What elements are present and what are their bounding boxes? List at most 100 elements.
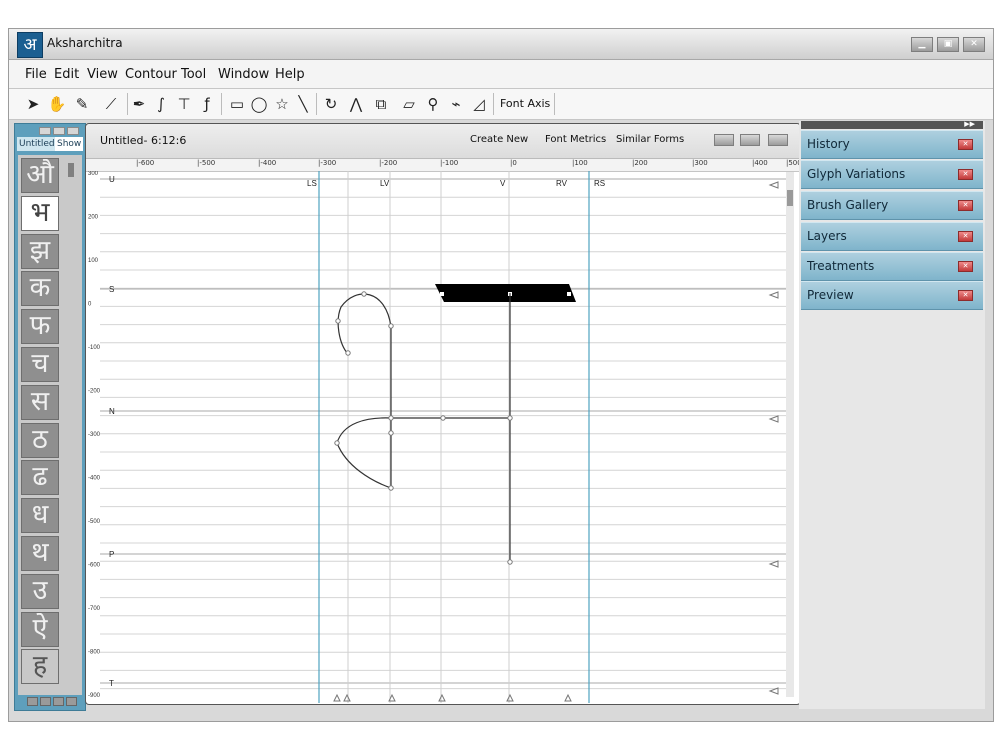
- y-axis-label: -900: [88, 693, 101, 699]
- line-icon[interactable]: ╲: [293, 94, 313, 114]
- glyph-tile[interactable]: ऐ: [21, 611, 59, 647]
- app-window: अ Aksharchitra ▁ ▣ ✕ File Edit View Cont…: [8, 28, 994, 722]
- control-point: [440, 292, 444, 296]
- menu-edit[interactable]: Edit: [54, 67, 79, 82]
- panel-history[interactable]: History ✕: [801, 130, 983, 159]
- curve-icon[interactable]: ∫: [151, 94, 171, 114]
- mirror-icon[interactable]: ⋀: [346, 94, 366, 114]
- ruler-tick-label: |300: [692, 159, 708, 167]
- glyph-list-scrollbar[interactable]: [68, 163, 74, 177]
- font-metrics-link[interactable]: Font Metrics: [545, 134, 606, 145]
- glyph-tile[interactable]: ढ: [21, 460, 59, 496]
- knife-icon[interactable]: ⌁: [446, 94, 466, 114]
- panel-footer-icon[interactable]: [66, 697, 77, 706]
- create-new-link[interactable]: Create New: [470, 134, 528, 145]
- panel-close-icon[interactable]: ✕: [958, 261, 973, 272]
- menu-window[interactable]: Window: [218, 67, 269, 82]
- glyph-canvas[interactable]: LS LV V RV RS 300 200 100 0 -100 -200 -300 -400 -500 -…: [86, 171, 800, 703]
- minimize-icon[interactable]: ▁: [911, 37, 933, 52]
- zoom-icon[interactable]: ⚲: [423, 94, 443, 114]
- toolbar-separator: [127, 93, 128, 115]
- panel-glyph-variations[interactable]: Glyph Variations ✕: [801, 160, 983, 189]
- similar-forms-link[interactable]: Similar Forms: [616, 134, 684, 145]
- menu-file[interactable]: File: [25, 67, 47, 82]
- app-title: Aksharchitra: [47, 36, 123, 50]
- glyph-tile[interactable]: ह: [21, 649, 59, 685]
- glyph-tile[interactable]: क: [21, 271, 59, 307]
- ruler-icon[interactable]: ⟋: [101, 94, 121, 114]
- menu-view[interactable]: View: [87, 67, 118, 82]
- ellipse-icon[interactable]: ◯: [249, 94, 269, 114]
- scale-icon[interactable]: ⧉: [371, 94, 391, 114]
- tab-show[interactable]: Show: [55, 137, 84, 151]
- select-arrow-icon[interactable]: ➤: [23, 94, 43, 114]
- panel-footer-icon[interactable]: [40, 697, 51, 706]
- vertical-scrollbar[interactable]: [786, 172, 794, 697]
- toolbar: ➤ ✋ ✎ ⟋ ✒ ∫ ⊤ ƒ ▭ ◯ ☆ ╲ ↻ ⋀ ⧉ ▱ ⚲ ⌁ ◿ Fo…: [9, 89, 993, 120]
- lower-loop-stroke: [336, 417, 392, 489]
- expand-arrows-icon[interactable]: ▶▶: [964, 120, 975, 128]
- star-icon[interactable]: ☆: [272, 94, 292, 114]
- glyph-tile[interactable]: उ: [21, 573, 59, 609]
- panel-treatments[interactable]: Treatments ✕: [801, 252, 983, 281]
- panel-layers[interactable]: Layers ✕: [801, 222, 983, 251]
- editor-restore-icon[interactable]: [740, 134, 760, 146]
- anchor-point: [388, 323, 394, 329]
- glyph-tile[interactable]: थ: [21, 536, 59, 571]
- guide-label: RS: [594, 179, 605, 188]
- glyph-tile[interactable]: औ: [21, 158, 59, 193]
- t-corner-icon[interactable]: ⊤: [174, 94, 194, 114]
- hook-icon[interactable]: ƒ: [197, 94, 217, 114]
- panel-close-icon[interactable]: ✕: [958, 169, 973, 180]
- pen-stroke-icon[interactable]: ✎: [72, 94, 92, 114]
- panel-item-label: Glyph Variations: [807, 167, 906, 181]
- rectangle-icon[interactable]: ▭: [227, 94, 247, 114]
- panel-close-icon[interactable]: ✕: [958, 200, 973, 211]
- panel-preview[interactable]: Preview ✕: [801, 281, 983, 310]
- app-logo: अ: [17, 32, 43, 58]
- anchor-point: [388, 485, 394, 491]
- skew-icon[interactable]: ▱: [399, 94, 419, 114]
- glyph-tile[interactable]: ठ: [21, 422, 59, 458]
- glyph-tile[interactable]: स: [21, 384, 59, 420]
- close-icon[interactable]: ✕: [963, 37, 985, 52]
- scrollbar-thumb[interactable]: [787, 190, 793, 206]
- menu-help[interactable]: Help: [275, 67, 305, 82]
- panel-close-icon[interactable]: ✕: [958, 231, 973, 242]
- glyph-tile[interactable]: फ: [21, 309, 59, 345]
- metric-row-label: T: [109, 679, 114, 688]
- font-axis-button[interactable]: Font Axis: [500, 97, 550, 110]
- panel-close-icon[interactable]: ✕: [958, 290, 973, 301]
- editor-minimize-icon[interactable]: [714, 134, 734, 146]
- panel-restore-icon[interactable]: [53, 127, 65, 135]
- rotate-icon[interactable]: ↻: [321, 94, 341, 114]
- toolbar-separator: [554, 93, 555, 115]
- maximize-icon[interactable]: ▣: [937, 37, 959, 52]
- panel-item-label: History: [807, 137, 850, 151]
- axis-marker-icon: [343, 693, 351, 702]
- panel-brush-gallery[interactable]: Brush Gallery ✕: [801, 191, 983, 220]
- glyph-tile[interactable]: भ: [21, 195, 59, 231]
- guide-label: LV: [380, 179, 390, 188]
- metric-marker-icon: [768, 415, 779, 423]
- glyph-tile[interactable]: झ: [21, 233, 59, 269]
- y-axis-label: -500: [88, 519, 101, 525]
- hand-icon[interactable]: ✋: [47, 94, 67, 114]
- menu-contour[interactable]: Contour: [125, 67, 177, 82]
- corner-shape-icon[interactable]: ◿: [469, 94, 489, 114]
- pen-nib-icon[interactable]: ✒: [129, 94, 149, 114]
- panel-minimize-icon[interactable]: [39, 127, 51, 135]
- panel-footer-icon[interactable]: [53, 697, 64, 706]
- panel-close-icon[interactable]: [67, 127, 79, 135]
- tab-untitled[interactable]: Untitled: [17, 137, 57, 151]
- editor-close-icon[interactable]: [768, 134, 788, 146]
- panel-footer-icon[interactable]: [27, 697, 38, 706]
- glyph-tile[interactable]: ध: [21, 498, 59, 534]
- anchor-point: [335, 318, 341, 324]
- glyph-tile[interactable]: च: [21, 347, 59, 382]
- axis-marker-icon: [333, 693, 341, 702]
- anchor-point: [507, 415, 513, 421]
- right-panel: ▶▶ History ✕ Glyph Variations ✕ Brush Galler…: [799, 120, 985, 709]
- panel-close-icon[interactable]: ✕: [958, 139, 973, 150]
- menu-tool[interactable]: Tool: [181, 67, 206, 82]
